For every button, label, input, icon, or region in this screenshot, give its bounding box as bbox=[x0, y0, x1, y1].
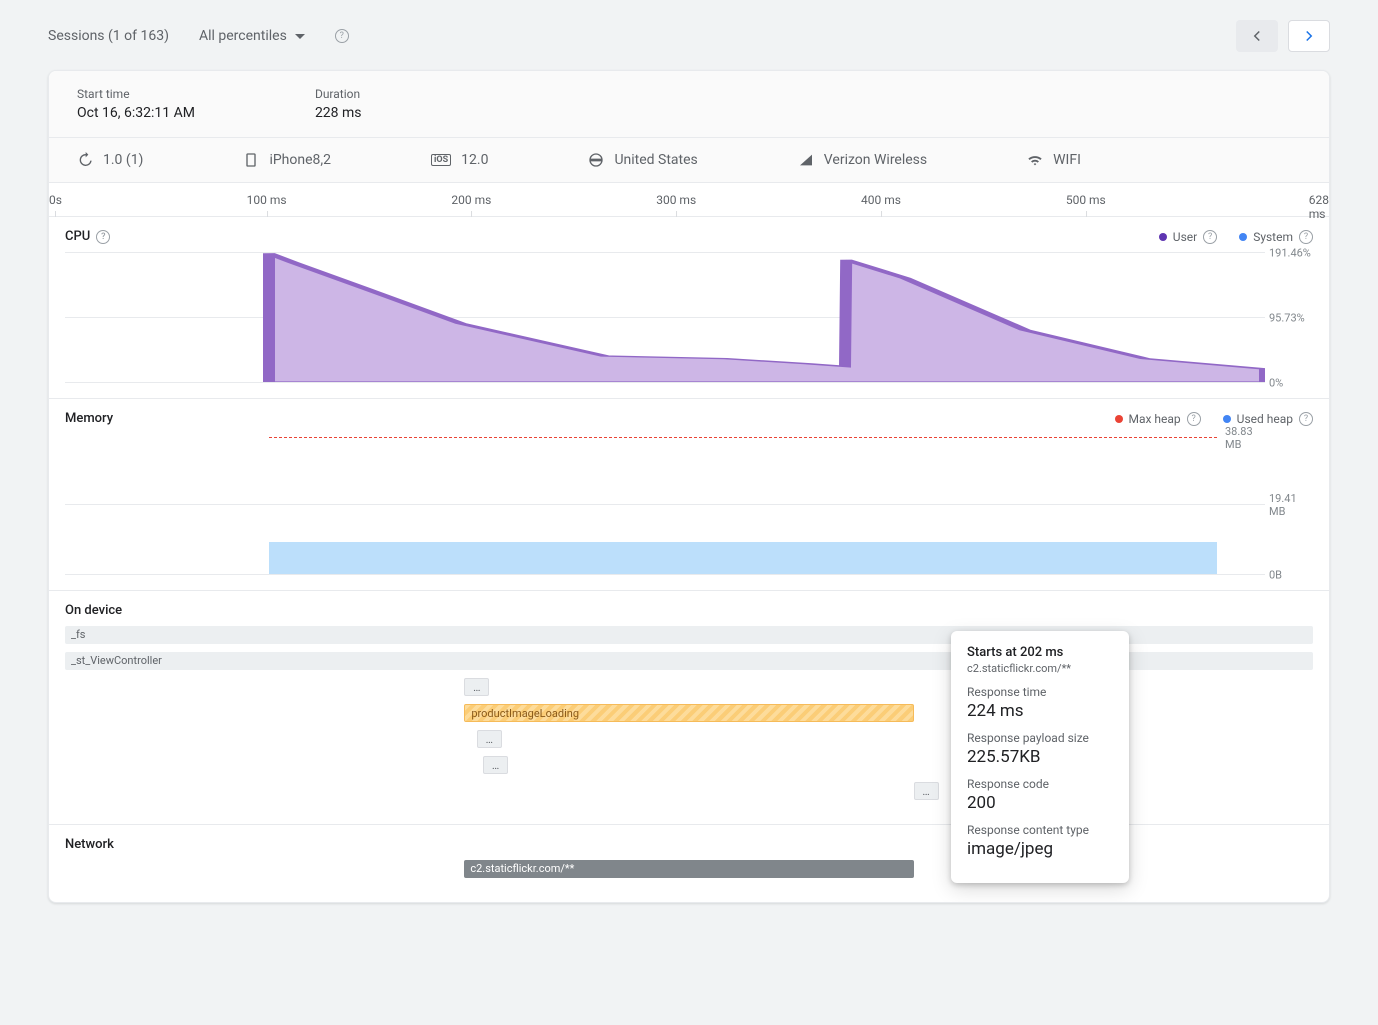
time-tick: 500 ms bbox=[1066, 193, 1106, 207]
help-icon[interactable]: ? bbox=[1187, 412, 1201, 426]
chevron-down-icon bbox=[295, 34, 305, 39]
session-info-row: 1.0 (1) iPhone8,2 iOS 12.0 United States… bbox=[49, 138, 1329, 183]
trace-bar[interactable]: … bbox=[483, 756, 508, 774]
sessions-counter: Sessions (1 of 163) bbox=[48, 28, 169, 44]
duration-label: Duration bbox=[315, 87, 362, 101]
tooltip-field-label: Response time bbox=[967, 685, 1113, 699]
topbar: Sessions (1 of 163) All percentiles ? bbox=[48, 20, 1330, 52]
help-icon[interactable]: ? bbox=[1299, 412, 1313, 426]
session-header: Start time Oct 16, 6:32:11 AM Duration 2… bbox=[49, 71, 1329, 138]
cpu-chart: 191.46% 95.73% 0% bbox=[65, 252, 1265, 382]
tooltip-starts-at: Starts at 202 ms bbox=[967, 645, 1113, 660]
memory-chart: 38.83 MB 19.41 MB 0B bbox=[65, 434, 1265, 574]
tooltip-field-value: image/jpeg bbox=[967, 839, 1113, 859]
trace-bar[interactable]: … bbox=[477, 730, 502, 748]
help-icon[interactable]: ? bbox=[335, 29, 349, 43]
trace-bar[interactable]: … bbox=[464, 678, 489, 696]
percentiles-label: All percentiles bbox=[199, 28, 287, 44]
memory-section: Memory Max heap? Used heap? 38.83 MB 19.… bbox=[49, 399, 1329, 591]
country: United States bbox=[588, 152, 697, 168]
time-tick: 200 ms bbox=[451, 193, 491, 207]
used-heap-band bbox=[269, 542, 1217, 574]
app-version: 1.0 (1) bbox=[77, 152, 143, 168]
legend-system: System? bbox=[1239, 230, 1313, 244]
tooltip-field-value: 200 bbox=[967, 793, 1113, 813]
cpu-section: CPU ? User? System? 191.46% 95.73% 0% bbox=[49, 217, 1329, 399]
memory-title: Memory bbox=[65, 411, 113, 426]
time-tick: 0s bbox=[49, 193, 62, 207]
ios-icon: iOS bbox=[431, 154, 451, 166]
duration-value: 228 ms bbox=[315, 105, 362, 121]
network-type: WIFI bbox=[1027, 152, 1081, 168]
session-card: Start time Oct 16, 6:32:11 AM Duration 2… bbox=[48, 70, 1330, 903]
tooltip-field-label: Response payload size bbox=[967, 731, 1113, 745]
globe-icon bbox=[588, 152, 604, 168]
percentiles-dropdown[interactable]: All percentiles bbox=[199, 28, 305, 44]
on-device-section: On device _fs_st_ViewController…productI… bbox=[49, 591, 1329, 825]
device-model: iPhone8,2 bbox=[243, 152, 331, 168]
tooltip-url: c2.staticflickr.com/** bbox=[967, 662, 1113, 675]
next-button[interactable] bbox=[1288, 20, 1330, 52]
network-bar[interactable]: c2.staticflickr.com/** bbox=[464, 860, 913, 878]
os-version: iOS 12.0 bbox=[431, 152, 488, 168]
legend-maxheap: Max heap? bbox=[1115, 412, 1201, 426]
prev-button[interactable] bbox=[1236, 20, 1278, 52]
carrier: Verizon Wireless bbox=[798, 152, 927, 168]
tooltip-field-label: Response content type bbox=[967, 823, 1113, 837]
time-tick: 400 ms bbox=[861, 193, 901, 207]
cpu-title: CPU bbox=[65, 229, 90, 244]
trace-tooltip: Starts at 202 ms c2.staticflickr.com/** … bbox=[951, 631, 1129, 883]
phone-icon bbox=[243, 152, 259, 168]
time-tick: 100 ms bbox=[247, 193, 287, 207]
legend-usedheap: Used heap? bbox=[1223, 412, 1313, 426]
on-device-title: On device bbox=[65, 603, 122, 618]
start-time-label: Start time bbox=[77, 87, 195, 101]
time-tick: 300 ms bbox=[656, 193, 696, 207]
help-icon[interactable]: ? bbox=[1299, 230, 1313, 244]
tooltip-field-value: 225.57KB bbox=[967, 747, 1113, 767]
start-time-value: Oct 16, 6:32:11 AM bbox=[77, 105, 195, 121]
wifi-icon bbox=[1027, 152, 1043, 168]
network-section: Network c2.staticflickr.com/** bbox=[49, 825, 1329, 902]
signal-icon bbox=[798, 152, 814, 168]
trace-bar[interactable]: … bbox=[914, 782, 939, 800]
tooltip-field-label: Response code bbox=[967, 777, 1113, 791]
trace-bar[interactable]: productImageLoading bbox=[464, 704, 913, 722]
legend-user: User? bbox=[1159, 230, 1217, 244]
history-icon bbox=[77, 152, 93, 168]
network-title: Network bbox=[65, 837, 114, 852]
tooltip-field-value: 224 ms bbox=[967, 701, 1113, 721]
time-axis: 0s100 ms200 ms300 ms400 ms500 ms628 ms bbox=[49, 183, 1329, 217]
help-icon[interactable]: ? bbox=[96, 230, 110, 244]
help-icon[interactable]: ? bbox=[1203, 230, 1217, 244]
